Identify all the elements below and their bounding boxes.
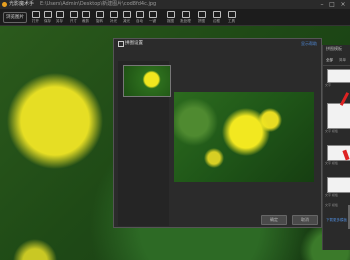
- dialog-title: 拼图设置: [125, 41, 143, 46]
- template-caption: 文字 模板: [325, 161, 338, 165]
- tool-batch[interactable]: 批处理: [180, 11, 191, 24]
- tool-label: 打开: [32, 19, 39, 23]
- app-name: 光影魔术手: [9, 1, 35, 7]
- help-link[interactable]: 显示帮助: [301, 39, 317, 48]
- sun-icon: [109, 11, 118, 18]
- browse-images-button[interactable]: 浏览图片: [3, 12, 27, 23]
- tool-border[interactable]: 边框: [211, 11, 222, 24]
- tool-label: 补光: [110, 19, 117, 23]
- open-icon: [31, 11, 40, 18]
- tool-label: 抠图: [167, 19, 174, 23]
- tab-all[interactable]: 全部: [326, 58, 333, 63]
- batch-icon: [181, 11, 190, 18]
- tool-label: 裁剪: [82, 19, 89, 23]
- tool-collage[interactable]: 拼图: [196, 11, 207, 24]
- cutout-icon: [166, 11, 175, 18]
- template-item[interactable]: [327, 69, 350, 83]
- tool-label: 减光: [123, 19, 130, 23]
- tool-open[interactable]: 打开: [30, 11, 41, 24]
- side-tabs: 全部 简单: [323, 58, 350, 66]
- collage-icon: [197, 11, 206, 18]
- minimize-button[interactable]: –: [318, 0, 326, 9]
- toolbar: 浏览图片 打开 保存 另存 尺寸 裁剪 旋转 补光 减光 自动 一键 抠图 批处…: [0, 9, 350, 26]
- file-path: E:\Users\Admin\Desktop\新建图片\cod8fd4c.jpg: [40, 1, 157, 7]
- template-item[interactable]: [327, 177, 350, 193]
- tool-label: 工具: [228, 19, 235, 23]
- download-more-link[interactable]: 下载更多模板: [326, 218, 347, 223]
- tool-save-as[interactable]: 另存: [54, 11, 65, 24]
- template-caption: 文字: [325, 83, 332, 87]
- tool-tools[interactable]: 工具: [226, 11, 237, 24]
- template-item[interactable]: [327, 103, 350, 129]
- tool-rotate[interactable]: 旋转: [94, 11, 105, 24]
- tool-label: 自动: [136, 19, 143, 23]
- tool-fill-light[interactable]: 补光: [108, 11, 119, 24]
- save-icon: [43, 11, 52, 18]
- tool-label: 批处理: [180, 19, 191, 23]
- dialog-title-bar: 拼图设置 显示帮助: [114, 39, 321, 48]
- title-bar: 光影魔术手 E:\Users\Admin\Desktop\新建图片\cod8fd…: [0, 0, 350, 9]
- auto-icon: [135, 11, 144, 18]
- collage-icon: [118, 41, 124, 47]
- template-caption: 文字 模板: [325, 193, 338, 197]
- template-caption: 文字 模板: [325, 129, 338, 133]
- tool-label: 拼图: [198, 19, 205, 23]
- tool-auto[interactable]: 自动: [134, 11, 145, 24]
- resize-icon: [69, 11, 78, 18]
- close-button[interactable]: ×: [339, 0, 347, 9]
- tool-cutout[interactable]: 抠图: [165, 11, 176, 24]
- app-logo-icon: [2, 2, 7, 7]
- collage-dialog: 拼图设置 显示帮助 确定 取消: [113, 38, 322, 228]
- tool-label: 另存: [56, 19, 63, 23]
- side-panel-title: 拼图模板: [326, 46, 342, 51]
- tool-resize[interactable]: 尺寸: [68, 11, 79, 24]
- tool-reduce-light[interactable]: 减光: [121, 11, 132, 24]
- magic-icon: [148, 11, 157, 18]
- frame-icon: [212, 11, 221, 18]
- template-side-panel: 拼图模板 全部 简单 文字 文字 模板 文字 模板 文字 模板 文字 模板 下载…: [322, 45, 350, 250]
- ok-button[interactable]: 确定: [261, 215, 287, 225]
- thumbnail-pane: [118, 61, 171, 226]
- tool-label: 保存: [44, 19, 51, 23]
- crop-icon: [81, 11, 90, 18]
- template-caption: 文字 模板: [325, 203, 338, 207]
- tool-label: 尺寸: [70, 19, 77, 23]
- tool-label: 边框: [213, 19, 220, 23]
- tool-crop[interactable]: 裁剪: [80, 11, 91, 24]
- collage-preview: [174, 92, 314, 182]
- rotate-icon: [95, 11, 104, 18]
- moon-icon: [122, 11, 131, 18]
- tool-label: 旋转: [96, 19, 103, 23]
- tool-save[interactable]: 保存: [42, 11, 53, 24]
- toolbox-icon: [227, 11, 236, 18]
- tab-simple[interactable]: 简单: [339, 58, 346, 63]
- tool-one-click[interactable]: 一键: [147, 11, 158, 24]
- photo-thumbnail[interactable]: [123, 65, 171, 97]
- cancel-button[interactable]: 取消: [292, 215, 318, 225]
- tool-label: 一键: [149, 19, 156, 23]
- maximize-button[interactable]: □: [328, 0, 336, 9]
- save-as-icon: [55, 11, 64, 18]
